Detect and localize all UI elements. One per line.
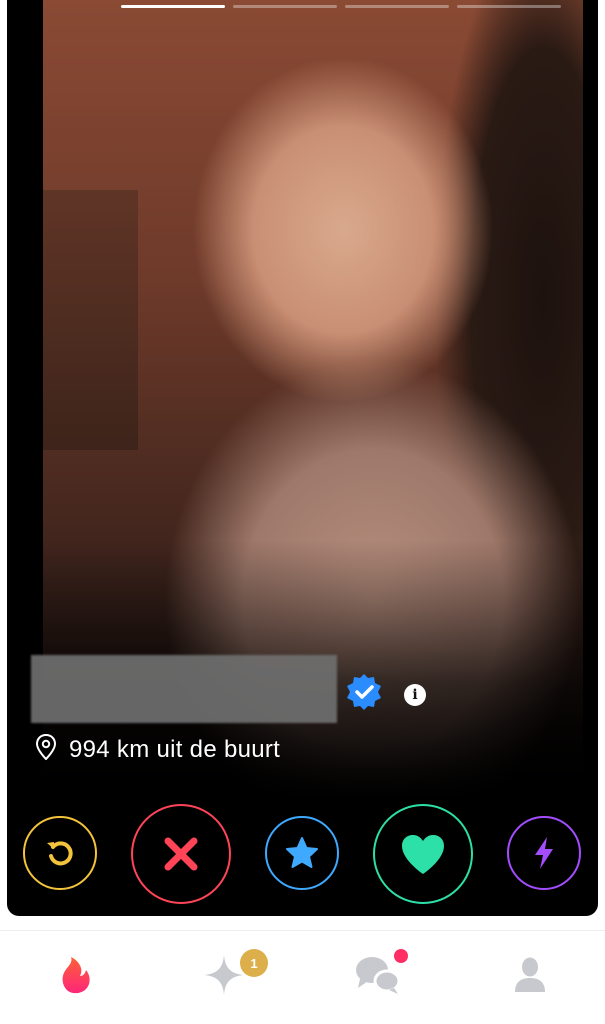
like-button[interactable] xyxy=(373,804,473,904)
photo-progress-bar xyxy=(121,5,561,9)
distance-text: 994 km uit de buurt xyxy=(69,736,281,763)
photo-progress-segment xyxy=(345,5,449,8)
photo-background-door xyxy=(43,190,138,450)
profile-name-redacted xyxy=(31,655,337,723)
close-icon xyxy=(164,837,198,871)
bottom-tab-bar: 1 xyxy=(0,930,605,1024)
rewind-button[interactable] xyxy=(23,816,97,890)
photo-progress-segment xyxy=(121,5,225,8)
tab-home[interactable] xyxy=(52,951,100,999)
verified-badge-icon xyxy=(344,672,384,712)
info-button[interactable]: i xyxy=(404,684,426,706)
location-pin-icon xyxy=(35,733,57,767)
nope-button[interactable] xyxy=(131,804,231,904)
boost-button[interactable] xyxy=(507,816,581,890)
photo-progress-segment xyxy=(233,5,337,8)
tab-profile[interactable] xyxy=(506,951,554,999)
bolt-icon xyxy=(535,837,553,869)
distance-row: 994 km uit de buurt xyxy=(35,730,280,770)
person-icon xyxy=(515,957,545,992)
heart-icon xyxy=(402,835,444,874)
messages-notification-dot xyxy=(394,949,408,963)
profile-card[interactable]: i 994 km uit de buurt xyxy=(7,0,598,916)
top-picks-badge: 1 xyxy=(240,949,268,977)
rewind-icon xyxy=(47,841,73,866)
super-like-button[interactable] xyxy=(265,816,339,890)
photo-progress-segment xyxy=(457,5,561,8)
star-icon xyxy=(286,837,318,868)
flame-icon xyxy=(62,957,90,994)
